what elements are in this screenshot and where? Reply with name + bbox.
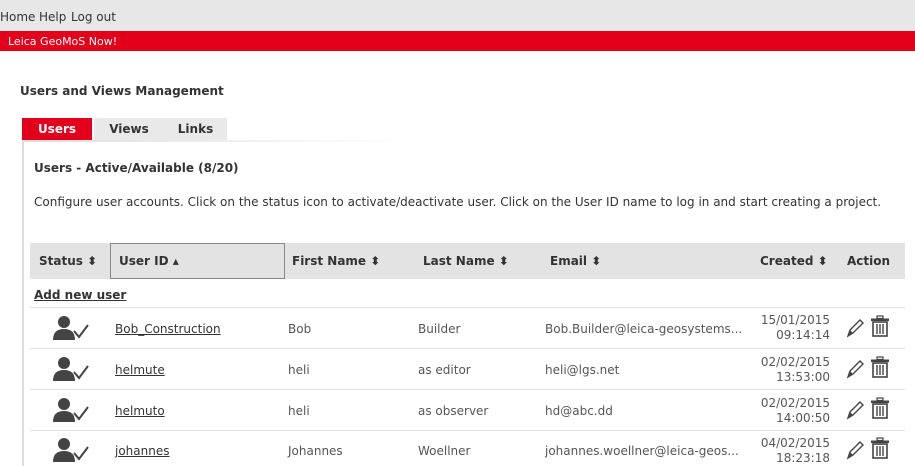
created-time: 14:00:50: [776, 411, 830, 425]
user-active-icon[interactable]: [52, 356, 90, 382]
add-new-user-link[interactable]: Add new user: [34, 288, 126, 302]
created-cell: 04/02/2015 18:23:18: [746, 436, 830, 466]
first-name-cell: Bob: [288, 322, 312, 336]
tab-views[interactable]: Views: [94, 118, 164, 140]
column-header-action: Action: [847, 254, 891, 268]
last-name-cell: as editor: [418, 363, 471, 377]
section-description: Configure user accounts. Click on the st…: [34, 195, 882, 209]
created-date: 15/01/2015: [760, 313, 830, 327]
email-cell: Bob.Builder@leica-geosystems...: [545, 322, 743, 336]
user-active-icon[interactable]: [52, 437, 90, 463]
trash-icon[interactable]: [870, 397, 890, 419]
home-link[interactable]: Home: [0, 10, 35, 24]
created-time: 09:14:14: [776, 328, 830, 342]
section-title: Users - Active/Available (8/20): [34, 161, 239, 175]
email-cell: hd@abc.dd: [545, 404, 613, 418]
created-cell: 02/02/2015 13:53:00: [746, 355, 830, 385]
first-name-cell: Johannes: [288, 444, 343, 458]
row-divider: [30, 389, 905, 390]
row-divider: [30, 307, 905, 308]
row-divider: [30, 430, 905, 431]
tab-users[interactable]: Users: [22, 118, 92, 140]
created-time: 18:23:18: [776, 451, 830, 465]
first-name-cell: heli: [288, 404, 310, 418]
column-header-email[interactable]: Email ⬍: [550, 254, 601, 268]
last-name-cell: Woellner: [418, 444, 471, 458]
logout-link[interactable]: Log out: [71, 10, 116, 24]
user-id-link[interactable]: helmute: [115, 363, 165, 377]
column-header-status[interactable]: Status ⬍: [39, 254, 97, 268]
pencil-icon[interactable]: [845, 358, 865, 380]
user-active-icon[interactable]: [52, 315, 90, 341]
user-active-icon[interactable]: [52, 397, 90, 423]
trash-icon[interactable]: [870, 315, 890, 337]
row-divider: [30, 348, 905, 349]
panel-border-top: [22, 140, 412, 142]
pencil-icon[interactable]: [845, 317, 865, 339]
email-cell: heli@lgs.net: [545, 363, 620, 377]
created-time: 13:53:00: [776, 370, 830, 384]
panel-border-left: [22, 140, 24, 466]
user-id-link[interactable]: johannes: [115, 444, 169, 458]
pencil-icon[interactable]: [845, 399, 865, 421]
tab-links[interactable]: Links: [164, 118, 227, 140]
email-cell: johannes.woellner@leica-geos...: [545, 444, 739, 458]
last-name-cell: Builder: [418, 322, 461, 336]
column-header-first-name[interactable]: First Name ⬍: [292, 254, 380, 268]
user-id-link[interactable]: helmuto: [115, 404, 165, 418]
help-link[interactable]: Help: [39, 10, 66, 24]
created-cell: 15/01/2015 09:14:14: [746, 313, 830, 343]
created-cell: 02/02/2015 14:00:50: [746, 396, 830, 426]
trash-icon[interactable]: [870, 437, 890, 459]
product-banner-text: Leica GeoMoS Now!: [8, 35, 118, 48]
column-header-user-id[interactable]: User ID ▴: [119, 254, 179, 268]
user-id-link[interactable]: Bob_Construction: [115, 322, 221, 336]
first-name-cell: heli: [288, 363, 310, 377]
last-name-cell: as observer: [418, 404, 489, 418]
created-date: 02/02/2015: [760, 396, 830, 410]
trash-icon[interactable]: [870, 356, 890, 378]
page-title: Users and Views Management: [20, 84, 224, 98]
product-banner: Leica GeoMoS Now!: [0, 31, 915, 51]
created-date: 04/02/2015: [760, 436, 830, 450]
column-header-created[interactable]: Created ⬍: [760, 254, 828, 268]
column-header-last-name[interactable]: Last Name ⬍: [423, 254, 509, 268]
top-nav: Home Help Log out: [0, 0, 915, 31]
pencil-icon[interactable]: [845, 439, 865, 461]
created-date: 02/02/2015: [760, 355, 830, 369]
